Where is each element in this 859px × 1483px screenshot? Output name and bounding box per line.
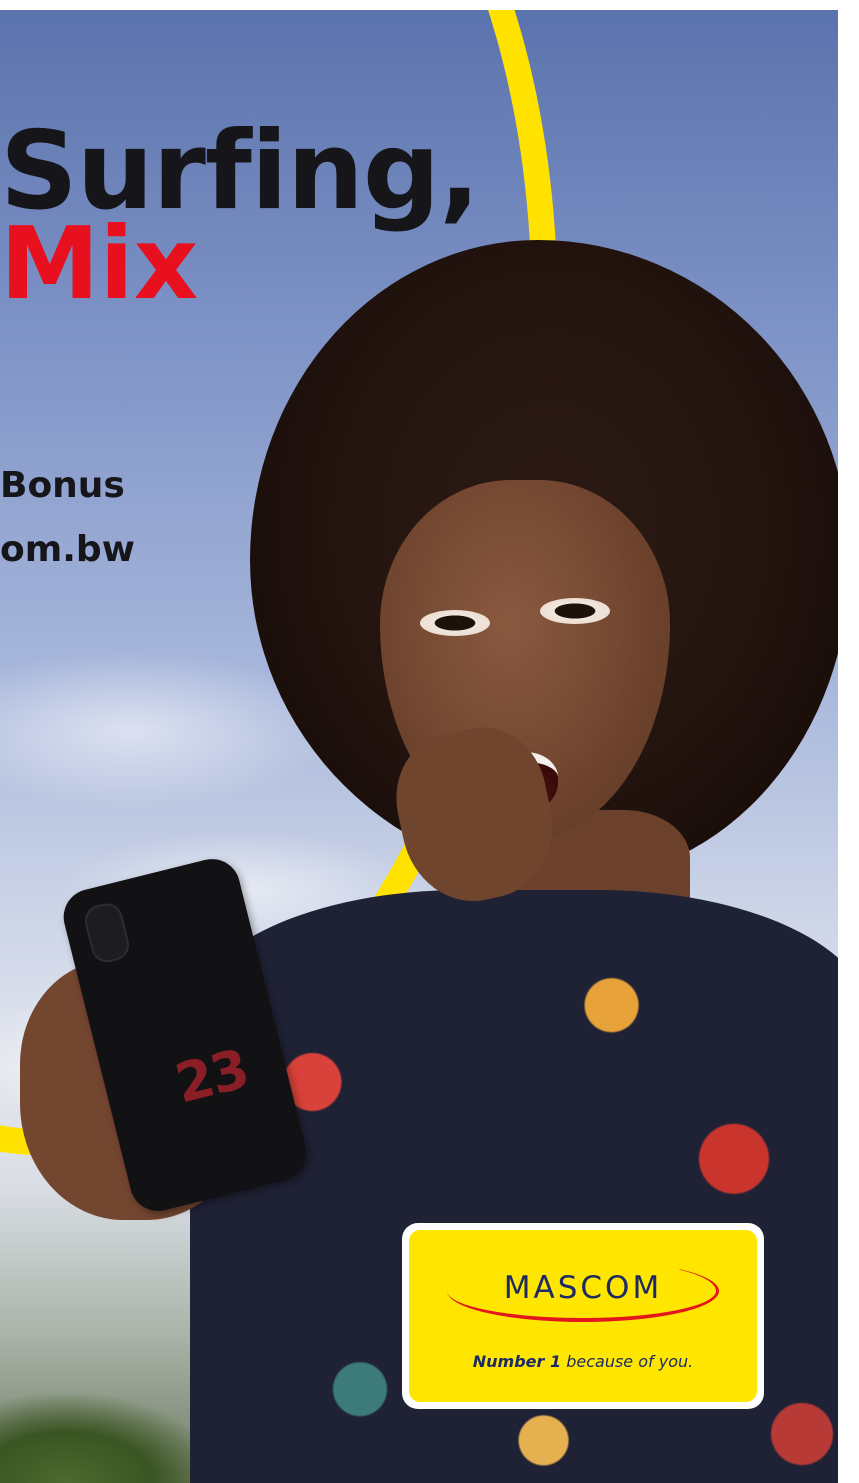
logo-background: MASCOM Number 1 because of you. xyxy=(409,1230,757,1402)
phone-case-number: 23 xyxy=(169,1037,254,1116)
trees xyxy=(0,1393,220,1483)
headline-line-2: Mix xyxy=(0,205,199,322)
person-eye-right xyxy=(540,598,610,624)
subtext-line-2: om.bw xyxy=(0,529,135,570)
camera-icon xyxy=(81,900,133,966)
tagline-rest: because of you. xyxy=(561,1352,694,1371)
person-eye-left xyxy=(420,610,490,636)
brand-tagline: Number 1 because of you. xyxy=(409,1352,757,1371)
mascom-logo-card: MASCOM Number 1 because of you. xyxy=(402,1223,764,1409)
tagline-bold: Number 1 xyxy=(472,1352,562,1371)
brand-name: MASCOM xyxy=(503,1270,663,1306)
subtext-line-1: Bonus xyxy=(0,465,125,506)
